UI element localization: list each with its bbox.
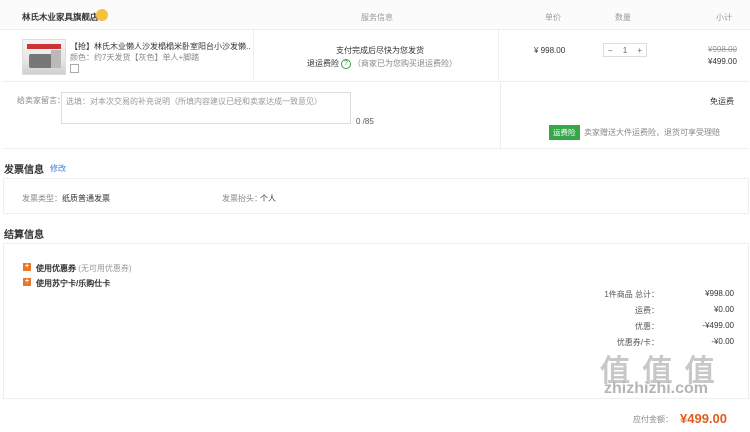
increase-button[interactable]: + xyxy=(637,46,642,55)
summary-total-value: ¥998.00 xyxy=(705,289,734,298)
expand-plus-icon[interactable]: + xyxy=(23,278,31,286)
shop-name[interactable]: 林氏木业家具旗舰店 xyxy=(22,11,99,23)
unit-price: ¥ 998.00 xyxy=(534,46,566,55)
col-subtotal: 小计 xyxy=(716,13,732,22)
insurance-badge: 运费险 xyxy=(549,125,580,140)
original-subtotal: ¥998.00 xyxy=(708,45,737,54)
divider xyxy=(498,30,499,82)
divider xyxy=(500,82,501,149)
payable-amount: ¥499.00 xyxy=(680,411,727,426)
product-snapshot-icon[interactable] xyxy=(70,64,79,73)
product-title[interactable]: 【抢】林氏木业懒人沙发榻榻米卧室阳台小沙发懒... xyxy=(70,41,250,52)
decrease-button[interactable]: − xyxy=(608,46,613,55)
coupon-label[interactable]: 使用优惠券 xyxy=(36,264,76,273)
coupon-option[interactable]: 使用优惠券 (无可用优惠券) xyxy=(36,263,132,274)
invoice-type-value: 纸质普通发票 xyxy=(62,194,110,203)
invoice-box: 发票类型： 纸质普通发票 发票抬头： 个人 xyxy=(3,178,749,214)
invoice-title: 发票信息 xyxy=(4,165,44,176)
product-attributes: 颜色：约7天发货【灰色】单人+脚踏 xyxy=(70,53,200,62)
shipping-fee: 免运费 xyxy=(710,97,734,106)
settlement-box: + 使用优惠券 (无可用优惠券) + 使用苏宁卡/乐购仕卡 1件商品 总计： ¥… xyxy=(3,243,749,399)
quantity-value[interactable]: 1 xyxy=(623,46,627,55)
invoice-type-label: 发票类型： xyxy=(22,194,62,203)
payable-label: 应付金额： xyxy=(633,415,673,424)
product-thumbnail[interactable] xyxy=(22,39,66,75)
col-quantity: 数量 xyxy=(615,13,631,22)
invoice-header-value: 个人 xyxy=(260,194,276,203)
summary-discount-label: 优惠： xyxy=(635,322,659,331)
coupon-note: (无可用优惠券) xyxy=(78,264,132,273)
help-icon[interactable]: ? xyxy=(341,58,351,69)
product-row: 【抢】林氏木业懒人沙发榻榻米卧室阳台小沙发懒... 颜色：约7天发货【灰色】单人… xyxy=(3,30,749,82)
expand-plus-icon[interactable]: + xyxy=(23,263,31,271)
col-price: 单价 xyxy=(545,13,561,22)
service-insurance: 退运费险? （商家已为您购买退运费险） xyxy=(307,58,457,69)
shop-badge-icon xyxy=(96,9,108,21)
summary-shipping-value: ¥0.00 xyxy=(713,305,734,314)
message-label: 给卖家留言： xyxy=(17,96,65,105)
summary-coupon-value: -¥0.00 xyxy=(711,337,734,346)
message-char-counter: 0 /85 xyxy=(356,117,374,126)
insurance-label: 退运费险 xyxy=(307,59,339,68)
summary-total-label: 1件商品 总计： xyxy=(604,290,659,299)
divider xyxy=(253,30,254,82)
summary-shipping-label: 运费： xyxy=(635,306,659,315)
summary-discount-value: -¥499.00 xyxy=(702,321,734,330)
message-textarea[interactable]: 选填：对本次交易的补充说明（所填内容建议已经和卖家达成一致意见） xyxy=(61,92,351,124)
settlement-title: 结算信息 xyxy=(4,230,44,241)
quantity-stepper[interactable]: − 1 + xyxy=(603,43,647,57)
invoice-header-label: 发票抬头： xyxy=(222,194,262,203)
card-option[interactable]: 使用苏宁卡/乐购仕卡 xyxy=(36,278,110,289)
item-subtotal: ¥499.00 xyxy=(708,57,737,66)
service-shipping-note: 支付完成后尽快为您发货 xyxy=(336,46,424,55)
invoice-edit-link[interactable]: 修改 xyxy=(50,163,66,174)
watermark-url: zhizhizhi.com xyxy=(604,380,708,397)
col-service: 服务信息 xyxy=(361,13,393,22)
insurance-description: 卖家赠送大件运费险，退货可享受理赔 xyxy=(584,128,720,137)
insurance-note: （商家已为您购买退运费险） xyxy=(353,59,457,68)
cart-header: 林氏木业家具旗舰店 服务信息 单价 数量 小计 xyxy=(0,0,750,30)
seller-message-row: 给卖家留言： 选填：对本次交易的补充说明（所填内容建议已经和卖家达成一致意见） … xyxy=(3,82,749,149)
